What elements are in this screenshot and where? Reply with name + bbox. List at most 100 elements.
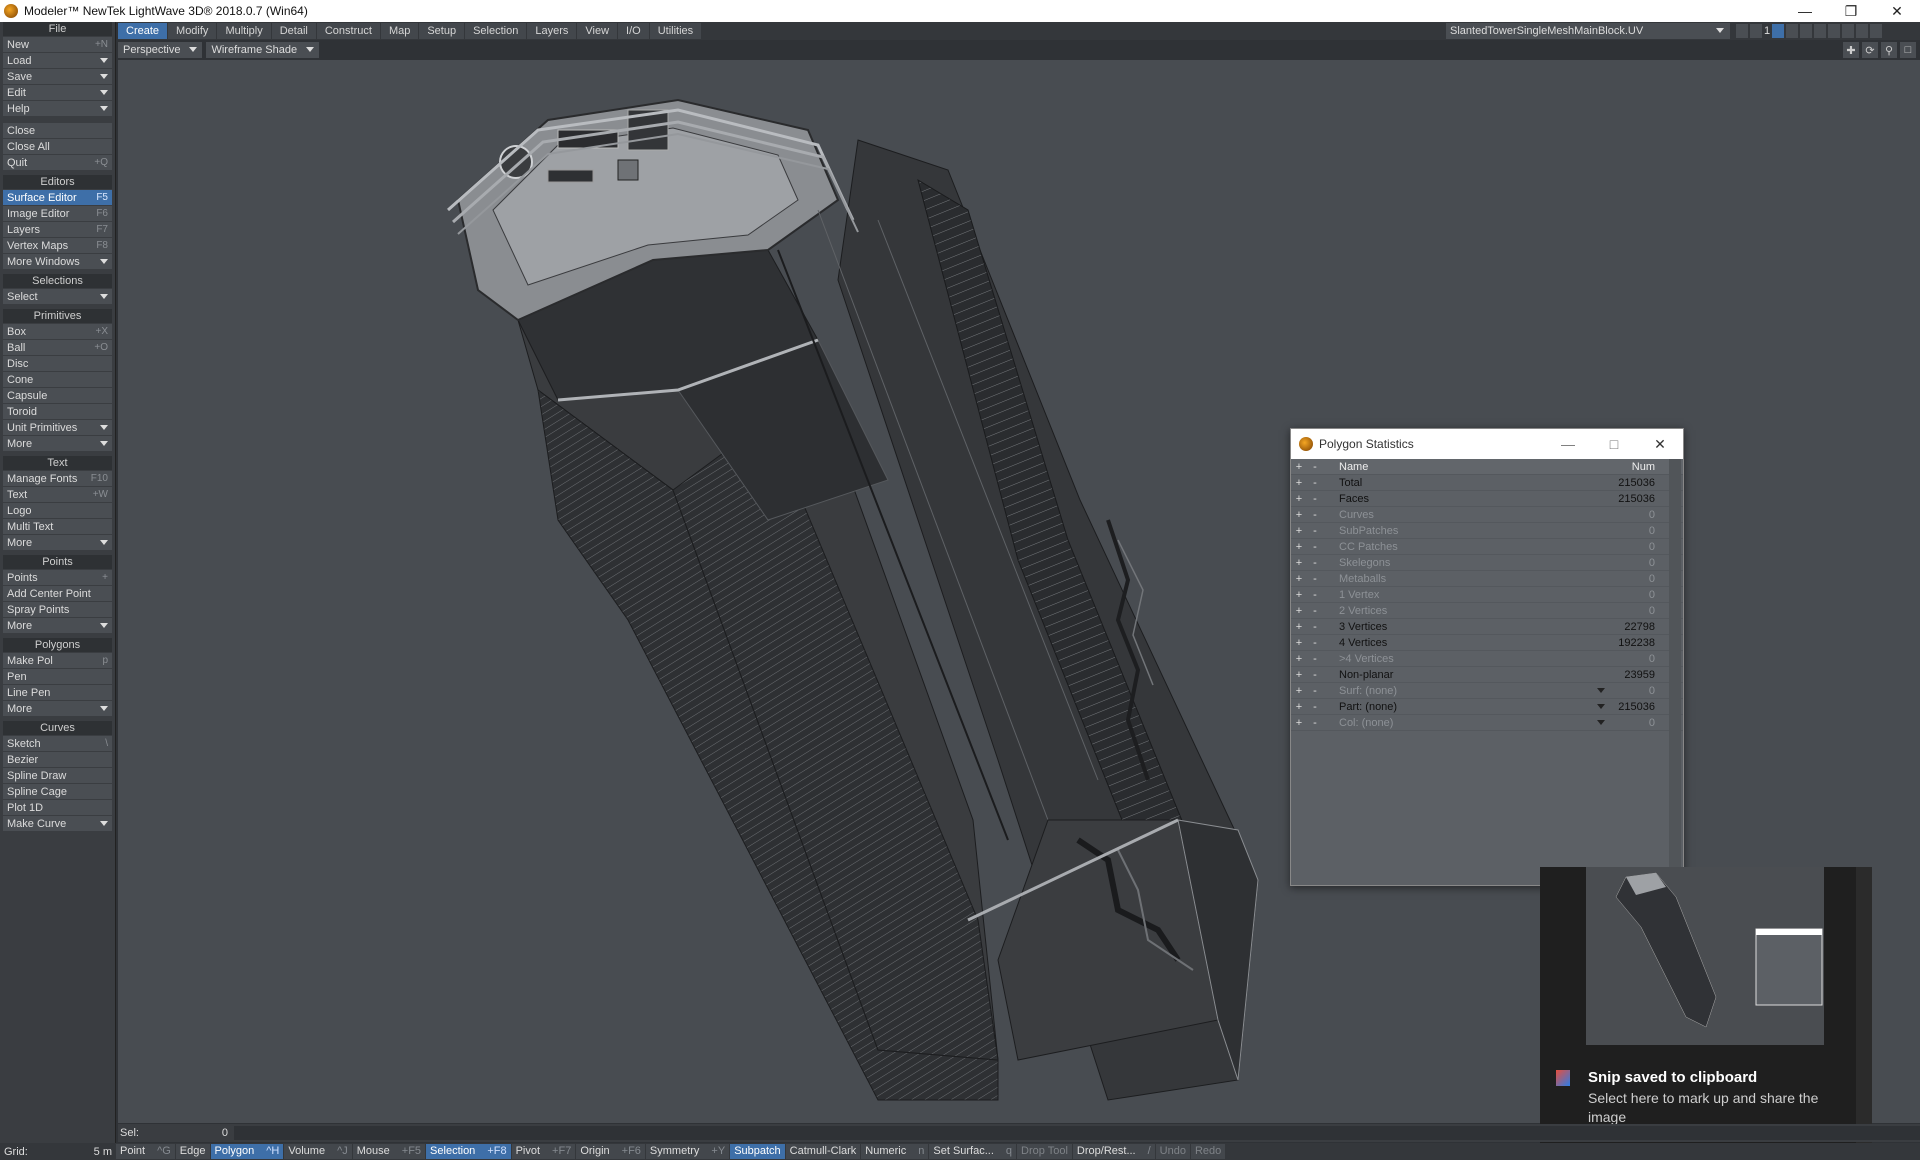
- tool-more-button[interactable]: More: [3, 701, 112, 717]
- tool-image-editor-button[interactable]: Image Editor F6: [3, 206, 112, 222]
- tool-select-button[interactable]: Select: [3, 289, 112, 305]
- pan-icon[interactable]: ✚: [1843, 42, 1859, 58]
- layer-5-button[interactable]: [1828, 24, 1841, 38]
- tool-box-button[interactable]: Box +X: [3, 324, 112, 340]
- tool-edit-button[interactable]: Edit: [3, 85, 112, 101]
- plus-icon[interactable]: +: [1291, 589, 1307, 601]
- minus-icon[interactable]: -: [1307, 589, 1323, 601]
- minus-icon[interactable]: -: [1307, 557, 1323, 569]
- plus-icon[interactable]: +: [1291, 701, 1307, 713]
- tool-text-button[interactable]: Text +W: [3, 487, 112, 503]
- maximize-viewport-icon[interactable]: □: [1900, 42, 1916, 58]
- snip-notification[interactable]: Snip saved to clipboard Select here to m…: [1540, 867, 1872, 1146]
- tool-load-button[interactable]: Load: [3, 53, 112, 69]
- tab-setup[interactable]: Setup: [419, 23, 465, 39]
- mode-subpatch-button[interactable]: Subpatch: [730, 1144, 785, 1159]
- plus-icon[interactable]: +: [1291, 541, 1307, 553]
- tool-help-button[interactable]: Help: [3, 101, 112, 117]
- minimize-button[interactable]: —: [1545, 436, 1591, 453]
- mode-set-surfac-button[interactable]: Set Surfac... q: [929, 1144, 1017, 1159]
- object-layer-selector[interactable]: SlantedTowerSingleMeshMainBlock.UV: [1446, 23, 1730, 39]
- tab-modify[interactable]: Modify: [168, 23, 217, 39]
- layer-2-button[interactable]: [1786, 24, 1799, 38]
- layer-next-button[interactable]: [1750, 24, 1762, 38]
- minus-icon[interactable]: -: [1307, 509, 1323, 521]
- chevron-down-icon[interactable]: [1597, 704, 1605, 709]
- minus-icon[interactable]: -: [1307, 717, 1323, 729]
- mode-redo-button[interactable]: Redo: [1190, 1144, 1226, 1159]
- minus-icon[interactable]: -: [1307, 477, 1323, 489]
- tool-cone-button[interactable]: Cone: [3, 372, 112, 388]
- mode-drop-rest-button[interactable]: Drop/Rest... /: [1072, 1144, 1155, 1159]
- minus-icon[interactable]: -: [1307, 669, 1323, 681]
- panel-scrollbar[interactable]: [1669, 459, 1681, 885]
- tool-make-pol-button[interactable]: Make Pol p: [3, 653, 112, 669]
- rotate-icon[interactable]: ⟳: [1862, 42, 1878, 58]
- shading-mode-dropdown[interactable]: Wireframe Shade: [206, 42, 320, 58]
- tab-detail[interactable]: Detail: [271, 23, 316, 39]
- restore-button[interactable]: ❐: [1828, 0, 1874, 22]
- tool-new-button[interactable]: New +N: [3, 37, 112, 53]
- tool-close-button[interactable]: Close: [3, 123, 112, 139]
- mode-undo-button[interactable]: Undo: [1155, 1144, 1190, 1159]
- tool-quit-button[interactable]: Quit +Q: [3, 155, 112, 171]
- tab-view[interactable]: View: [577, 23, 618, 39]
- tool-vertex-maps-button[interactable]: Vertex Maps F8: [3, 238, 112, 254]
- tool-surface-editor-button[interactable]: Surface Editor F5: [3, 190, 112, 206]
- deselect-all-minus-icon[interactable]: -: [1307, 461, 1323, 473]
- tool-more-button[interactable]: More: [3, 535, 112, 551]
- mode-volume-button[interactable]: Volume ^J: [284, 1144, 352, 1159]
- layer-4-button[interactable]: [1814, 24, 1827, 38]
- minus-icon[interactable]: -: [1307, 573, 1323, 585]
- tool-logo-button[interactable]: Logo: [3, 503, 112, 519]
- plus-icon[interactable]: +: [1291, 477, 1307, 489]
- tool-layers-button[interactable]: Layers F7: [3, 222, 112, 238]
- minus-icon[interactable]: -: [1307, 493, 1323, 505]
- plus-icon[interactable]: +: [1291, 637, 1307, 649]
- minus-icon[interactable]: -: [1307, 637, 1323, 649]
- tool-spline-cage-button[interactable]: Spline Cage: [3, 784, 112, 800]
- plus-icon[interactable]: +: [1291, 653, 1307, 665]
- mode-mouse-button[interactable]: Mouse +F5: [352, 1144, 426, 1159]
- tab-map[interactable]: Map: [380, 23, 419, 39]
- mode-point-button[interactable]: Point ^G: [116, 1144, 175, 1159]
- mode-drop-tool-button[interactable]: Drop Tool: [1017, 1144, 1072, 1159]
- tab-construct[interactable]: Construct: [316, 23, 380, 39]
- minus-icon[interactable]: -: [1307, 525, 1323, 537]
- tool-line-pen-button[interactable]: Line Pen: [3, 685, 112, 701]
- tool-save-button[interactable]: Save: [3, 69, 112, 85]
- minus-icon[interactable]: -: [1307, 685, 1323, 697]
- chevron-down-icon[interactable]: [1597, 688, 1605, 693]
- tab-layers[interactable]: Layers: [527, 23, 577, 39]
- tool-multi-text-button[interactable]: Multi Text: [3, 519, 112, 535]
- plus-icon[interactable]: +: [1291, 605, 1307, 617]
- layer-8-button[interactable]: [1870, 24, 1883, 38]
- plus-icon[interactable]: +: [1291, 573, 1307, 585]
- tool-make-curve-button[interactable]: Make Curve: [3, 816, 112, 832]
- maximize-button[interactable]: □: [1591, 436, 1637, 453]
- layer-1-button[interactable]: [1772, 24, 1785, 38]
- plus-icon[interactable]: +: [1291, 525, 1307, 537]
- plus-icon[interactable]: +: [1291, 669, 1307, 681]
- plus-icon[interactable]: +: [1291, 717, 1307, 729]
- chevron-down-icon[interactable]: [1597, 720, 1605, 725]
- minus-icon[interactable]: -: [1307, 605, 1323, 617]
- select-all-plus-icon[interactable]: +: [1291, 461, 1307, 473]
- mode-pivot-button[interactable]: Pivot +F7: [511, 1144, 576, 1159]
- close-window-button[interactable]: ✕: [1874, 0, 1920, 22]
- tool-more-windows-button[interactable]: More Windows: [3, 254, 112, 270]
- mode-polygon-button[interactable]: Polygon ^H: [210, 1144, 284, 1159]
- tab-i-o[interactable]: I/O: [618, 23, 649, 39]
- tool-plot-1d-button[interactable]: Plot 1D: [3, 800, 112, 816]
- plus-icon[interactable]: +: [1291, 493, 1307, 505]
- zoom-icon[interactable]: ⚲: [1881, 42, 1897, 58]
- view-type-dropdown[interactable]: Perspective: [118, 42, 203, 58]
- minus-icon[interactable]: -: [1307, 653, 1323, 665]
- mode-numeric-button[interactable]: Numeric n: [861, 1144, 929, 1159]
- tool-toroid-button[interactable]: Toroid: [3, 404, 112, 420]
- tool-disc-button[interactable]: Disc: [3, 356, 112, 372]
- plus-icon[interactable]: +: [1291, 685, 1307, 697]
- layer-6-button[interactable]: [1842, 24, 1855, 38]
- mode-selection-button[interactable]: Selection +F8: [426, 1144, 511, 1159]
- mode-edge-button[interactable]: Edge: [175, 1144, 210, 1159]
